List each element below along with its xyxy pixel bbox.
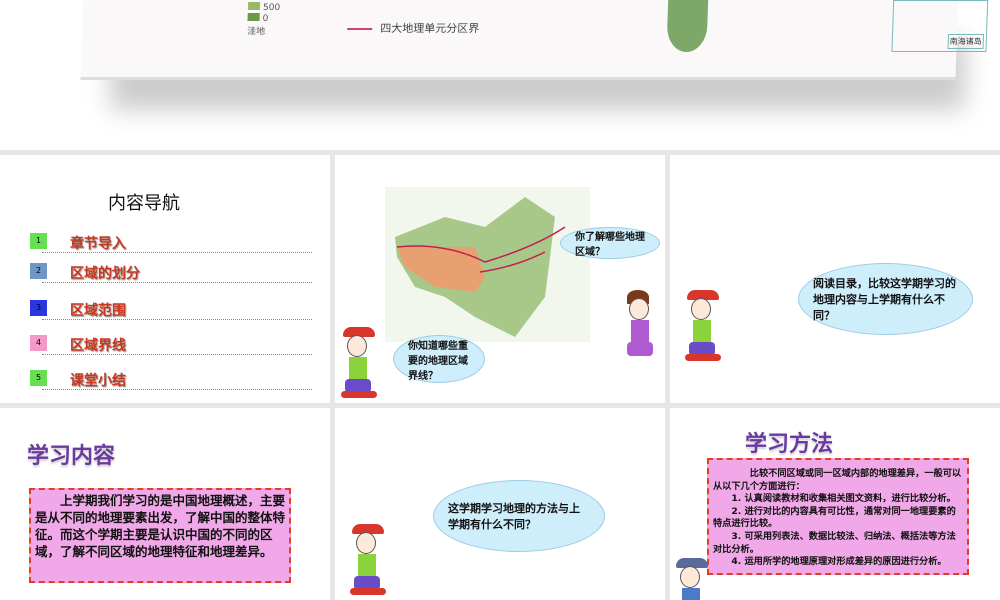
map-slide-large: 500 0 洼地 四大地理单元分区界 南海诸岛: [80, 0, 989, 80]
nav-number: 3: [30, 300, 47, 316]
nav-title: 内容导航: [108, 193, 180, 214]
method-intro: 比较不同区域或同一区域内部的地理差异，一般可以从以下几个方面进行：: [713, 468, 962, 492]
legend-value: 500: [262, 3, 281, 13]
divider: [42, 319, 312, 320]
boy-character: [341, 327, 381, 399]
nav-label: 区域范围: [70, 303, 126, 319]
question-cloud: 这学期学习地理的方法与上学期有什么不同？: [433, 480, 605, 552]
slide-title: 学习内容: [27, 444, 116, 469]
content-textbox: 上学期我们学习的是中国地理概述，主要是从不同的地理要素出发，了解中国的整体特征。…: [29, 488, 291, 583]
legend-value: 0: [262, 14, 269, 24]
nanhai-inset: 南海诸岛: [891, 0, 989, 52]
nav-number: 2: [30, 263, 47, 279]
nav-number: 5: [30, 370, 47, 386]
girl-character: [623, 290, 663, 362]
divider: [42, 389, 312, 390]
nav-item[interactable]: 5 课堂小结: [30, 370, 312, 392]
border-legend-label: 四大地理单元分区界: [380, 22, 480, 35]
divider: [42, 354, 312, 355]
nav-item[interactable]: 1 章节导入: [30, 233, 312, 255]
nanhai-label: 南海诸岛: [947, 34, 985, 49]
slide-thumbnail-map[interactable]: 你了解哪些地理区域？ 你知道哪些重要的地理区域界线？: [335, 155, 665, 403]
nav-number: 1: [30, 233, 47, 249]
slide-thumbnail-nav[interactable]: 内容导航 1 章节导入 2 区域的划分 3 区域范围 4 区域界线 5 课堂小结: [0, 155, 330, 403]
boy-character: [350, 524, 390, 596]
nav-item[interactable]: 3 区域范围: [30, 300, 312, 322]
method-point: 4. 运用所学的地理原理对形成差异的原因进行分析。: [731, 556, 947, 568]
content-text: 上学期我们学习的是中国地理概述，主要是从不同的地理要素出发，了解中国的整体特征。…: [35, 493, 286, 559]
teacher-character: [674, 558, 714, 600]
divider: [42, 282, 312, 283]
slide-thumbnail-content[interactable]: 学习内容 上学期我们学习的是中国地理概述，主要是从不同的地理要素出发，了解中国的…: [0, 408, 330, 600]
nav-label: 章节导入: [70, 236, 126, 252]
elevation-legend: 500 0 洼地: [247, 2, 280, 37]
divider: [42, 252, 312, 253]
nav-label: 区域的划分: [70, 266, 140, 282]
question-cloud: 你了解哪些地理区域？: [560, 227, 660, 259]
slide-title: 学习方法: [745, 432, 834, 457]
slide-thumbnail-question[interactable]: 阅读目录，比较这学期学习的地理内容与上学期有什么不同？: [670, 155, 1000, 403]
nav-number: 4: [30, 335, 47, 351]
slide-thumbnail-method[interactable]: 学习方法 比较不同区域或同一区域内部的地理差异，一般可以从以下几个方面进行： 1…: [670, 408, 1000, 600]
legend-lowland: 洼地: [246, 27, 266, 37]
nav-item[interactable]: 4 区域界线: [30, 335, 312, 357]
hainan-island: [666, 0, 709, 52]
question-cloud: 阅读目录，比较这学期学习的地理内容与上学期有什么不同？: [798, 263, 973, 335]
border-legend: 四大地理单元分区界: [347, 20, 480, 36]
method-point: 1. 认真阅读教材和收集相关图文资料，进行比较分析。: [731, 493, 956, 505]
question-cloud: 你知道哪些重要的地理区域界线？: [393, 335, 485, 383]
method-point: 3. 可采用列表法、数据比较法、归纳法、概括法等方法对比分析。: [713, 530, 956, 555]
nav-label: 课堂小结: [70, 373, 126, 389]
nav-label: 区域界线: [70, 338, 126, 354]
slide-thumbnail-method-question[interactable]: 这学期学习地理的方法与上学期有什么不同？: [335, 408, 665, 600]
method-point: 2. 进行对比的内容具有可比性，通常对同一地理要素的特点进行比较。: [713, 505, 956, 530]
nav-item[interactable]: 2 区域的划分: [30, 263, 312, 285]
boy-character: [685, 290, 725, 362]
top-slide-preview[interactable]: 500 0 洼地 四大地理单元分区界 南海诸岛: [0, 0, 1000, 150]
method-textbox: 比较不同区域或同一区域内部的地理差异，一般可以从以下几个方面进行： 1. 认真阅…: [707, 458, 969, 575]
china-map: [385, 187, 590, 342]
